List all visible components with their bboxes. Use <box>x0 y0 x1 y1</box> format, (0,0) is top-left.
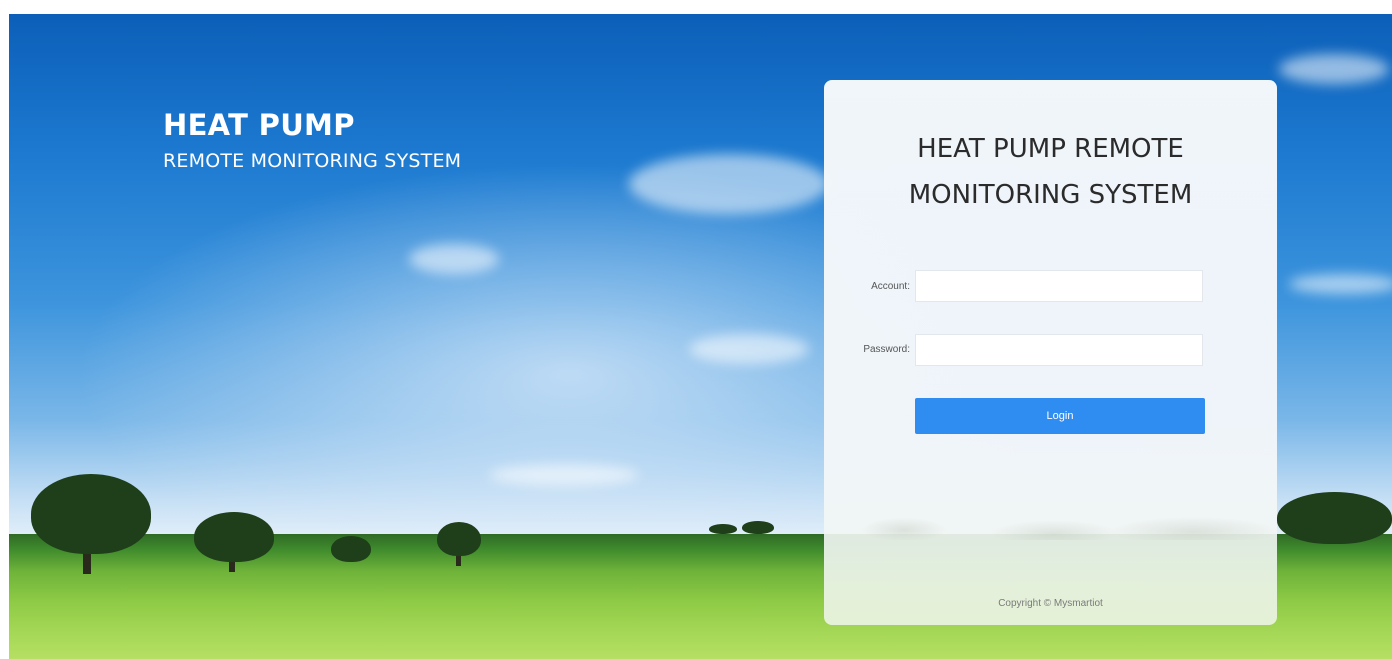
cloud <box>689 334 809 364</box>
tree <box>331 536 371 562</box>
cloud <box>489 464 639 486</box>
cloud <box>629 154 829 214</box>
password-input[interactable] <box>915 334 1203 366</box>
brand-title: HEAT PUMP <box>163 108 355 142</box>
cloud <box>1279 54 1389 84</box>
tree <box>1277 492 1392 544</box>
login-button[interactable]: Login <box>915 398 1205 434</box>
login-page: HEAT PUMP REMOTE MONITORING SYSTEM HEAT … <box>9 14 1392 659</box>
login-title-line1: HEAT PUMP REMOTE <box>917 134 1184 164</box>
tree <box>742 521 774 534</box>
account-input[interactable] <box>915 270 1203 302</box>
tree <box>709 524 737 534</box>
card-background-hills <box>824 500 1277 540</box>
account-label: Account: <box>871 281 910 292</box>
brand-block: HEAT PUMP REMOTE MONITORING SYSTEM <box>163 108 461 172</box>
login-title-line2: MONITORING SYSTEM <box>908 180 1193 210</box>
tree <box>437 522 481 556</box>
brand-subtitle: REMOTE MONITORING SYSTEM <box>163 150 462 172</box>
password-label: Password: <box>863 344 910 355</box>
cloud <box>409 244 499 274</box>
tree <box>194 512 274 562</box>
copyright-text: Copyright © Mysmartiot <box>998 598 1103 609</box>
tree <box>31 474 151 554</box>
login-title: HEAT PUMP REMOTE MONITORING SYSTEM <box>824 126 1277 218</box>
cloud <box>1289 274 1392 294</box>
login-card: HEAT PUMP REMOTE MONITORING SYSTEM Accou… <box>824 80 1277 625</box>
